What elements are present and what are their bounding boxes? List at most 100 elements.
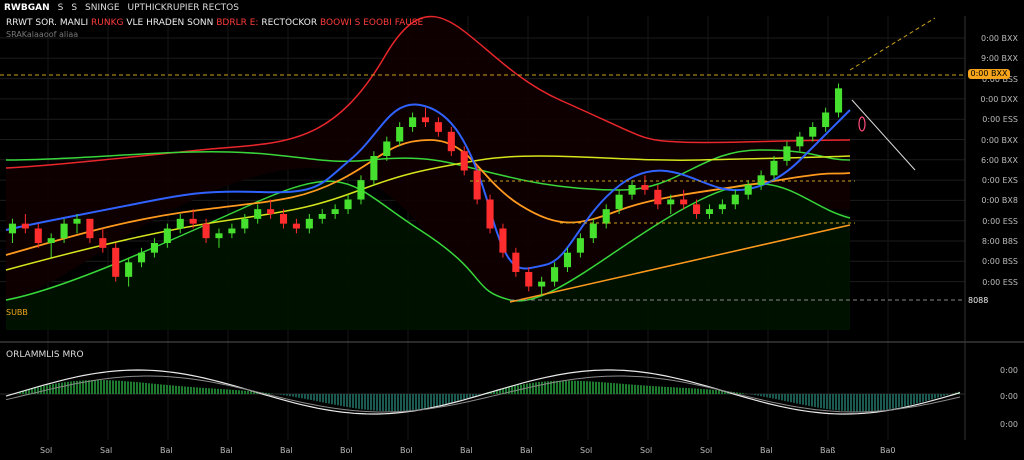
candle-body <box>47 238 55 243</box>
price-axis-label: 0:00 BX8 <box>981 196 1018 206</box>
candle-body <box>409 117 417 127</box>
toolbar-item[interactable]: RWBGAN <box>0 3 54 13</box>
chart-subtitle: SRAKalaaoof aliaa <box>6 30 79 39</box>
time-axis-label: Baß <box>820 446 836 455</box>
osc-axis-label: 0:00 <box>1000 392 1018 401</box>
candle-body <box>770 160 778 176</box>
price-axis-label: 9:00 BXX <box>981 54 1018 64</box>
time-axis-label: Bal <box>460 446 473 455</box>
candle-body <box>254 209 262 219</box>
time-axis-label: Ba0 <box>880 446 896 455</box>
oscillator-title: ORLAMMLIS MRO <box>6 350 84 360</box>
candle-body <box>796 136 804 147</box>
candle-body <box>654 189 662 205</box>
price-axis-label: 0:00 ESS <box>982 216 1018 226</box>
time-axis-label: Bal <box>160 446 173 455</box>
candle-body <box>628 185 636 195</box>
candle-body <box>241 218 249 229</box>
candle-body <box>551 267 559 282</box>
candle-body <box>292 223 300 229</box>
time-axis-label: Sol <box>700 446 713 455</box>
candle-body <box>434 122 442 132</box>
title-part: RECTOCKOR <box>261 18 321 28</box>
time-axis-label: Sol <box>580 446 593 455</box>
title-part: BOOWI S EOOBI FAUSE <box>320 18 424 28</box>
candle-body <box>357 180 365 200</box>
candle-body <box>486 199 494 229</box>
price-axis-label: 0:00 BSS <box>981 257 1018 267</box>
candle-body <box>305 218 313 229</box>
candle-body <box>344 199 352 210</box>
toolbar-item[interactable]: S <box>54 3 68 13</box>
left-tag: SUBB <box>6 308 28 317</box>
candle-body <box>150 243 158 253</box>
candle-body <box>267 209 275 214</box>
candle-body <box>73 218 81 224</box>
candle-body <box>99 238 107 248</box>
candle-body <box>641 185 649 190</box>
time-axis-label: Sal <box>100 446 113 455</box>
candle-body <box>21 223 29 229</box>
candle-body <box>525 272 533 287</box>
candle-body <box>8 223 17 234</box>
chart-canvas[interactable] <box>0 0 1024 460</box>
title-part: RRWT SOR. MANLI <box>6 18 92 28</box>
candle-body <box>757 175 765 185</box>
candle-body <box>589 223 597 239</box>
candle-body <box>563 252 572 268</box>
candle-body <box>693 204 701 214</box>
candle-body <box>60 223 68 239</box>
time-axis-label: Sol <box>640 446 653 455</box>
toolbar-item[interactable]: UPTHICKRUPIER RECTOS <box>124 3 243 13</box>
candle-body <box>86 218 94 239</box>
chart-title: RRWT SOR. MANLI RUNKG VLE HRADEN SONN BD… <box>6 18 423 28</box>
candle-body <box>538 281 546 287</box>
candle-body <box>279 214 288 224</box>
time-axis-label: Bal <box>280 446 293 455</box>
candle-body <box>447 131 455 152</box>
candle-body <box>718 204 726 210</box>
candle-body <box>112 247 120 277</box>
candle-body <box>602 209 610 224</box>
candle-body <box>137 252 146 263</box>
title-part: BDRLR E: <box>216 18 262 28</box>
candle-body <box>421 117 430 123</box>
candle-body <box>370 156 378 181</box>
candle-body <box>163 228 171 243</box>
time-axis-label: Bol <box>340 446 353 455</box>
candle-body <box>680 199 688 205</box>
price-axis-label: 0:00 BXX <box>981 135 1018 145</box>
price-axis-label: 0:00 BXX <box>981 34 1018 43</box>
candle-body <box>744 185 752 195</box>
candle-body <box>705 209 714 214</box>
candle-body <box>318 214 326 219</box>
candle-body <box>202 223 210 239</box>
candle-body <box>460 151 468 171</box>
candle-body <box>189 218 197 224</box>
candle-body <box>809 127 817 137</box>
toolbar-item[interactable]: SNINGE <box>81 3 124 13</box>
candle-body <box>731 194 739 205</box>
candle-body <box>822 112 830 127</box>
toolbar: RWBGAN S S SNINGE UPTHICKRUPIER RECTOS <box>0 0 1024 16</box>
osc-axis-label: 0:00 <box>1000 366 1018 375</box>
candle-body <box>473 170 481 200</box>
candle-body <box>576 238 584 253</box>
current-price-badge: 0:00 BXX <box>968 69 1010 79</box>
candle-body <box>383 141 391 156</box>
time-axis-label: Bal <box>760 446 773 455</box>
toolbar-item[interactable]: S <box>67 3 81 13</box>
osc-axis-label: 0:00 <box>1000 420 1018 429</box>
candle-body <box>228 228 236 234</box>
price-axis-label: 6:00 BXX <box>981 155 1018 165</box>
candle-body <box>615 194 623 210</box>
right-price-tag: 8088 <box>968 296 989 305</box>
candle-body <box>783 146 791 161</box>
candle-body <box>34 228 42 243</box>
title-part: RUNKG <box>91 18 127 28</box>
candle-body <box>396 127 404 142</box>
time-axis-label: Bal <box>220 446 233 455</box>
price-axis-label: 8:00 B8S <box>981 237 1018 246</box>
price-axis-label: 0:00 ESS <box>982 115 1018 125</box>
candle-body <box>667 199 675 205</box>
